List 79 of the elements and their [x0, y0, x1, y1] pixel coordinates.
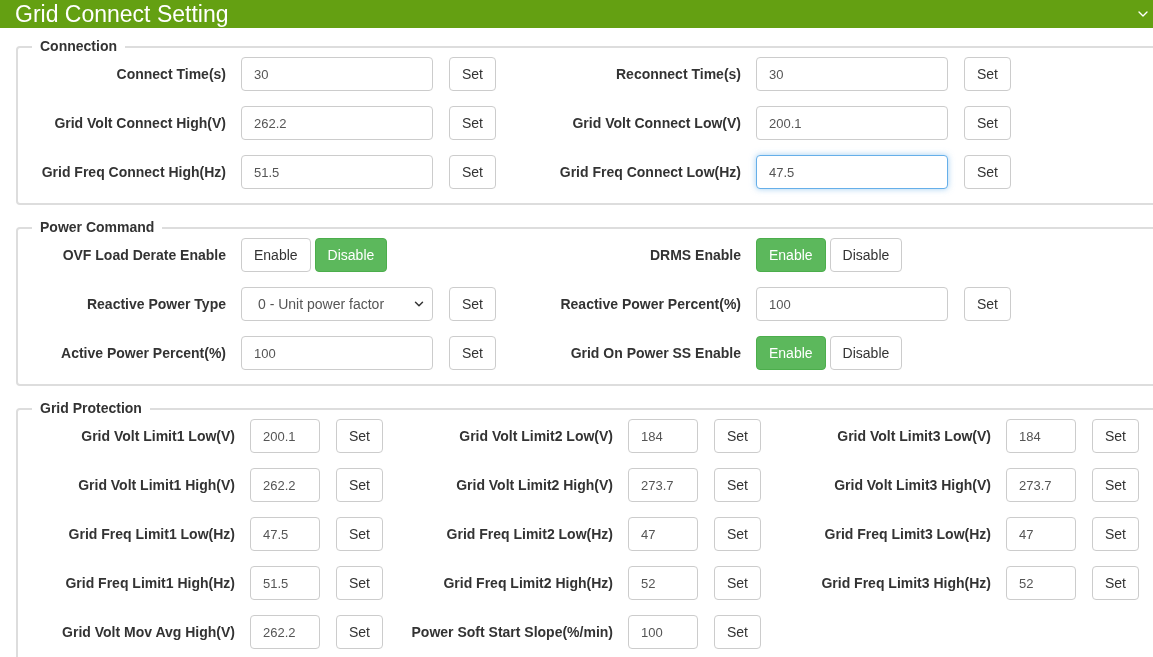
- field-label: Active Power Percent(%): [60, 343, 226, 363]
- page-title: Grid Connect Setting: [15, 0, 229, 28]
- input-field[interactable]: 100: [241, 336, 433, 370]
- field-label: Grid Freq Limit1 Low(Hz): [67, 524, 235, 544]
- field-label: Grid Volt Limit2 High(V): [455, 475, 613, 495]
- field-label: Grid Volt Limit3 Low(V): [836, 426, 991, 446]
- input-field[interactable]: 30: [756, 57, 948, 91]
- input-field[interactable]: 262.2: [250, 468, 320, 502]
- field-label: Grid On Power SS Enable: [569, 343, 741, 363]
- set-button[interactable]: Set: [336, 615, 383, 649]
- field-label: Grid Freq Connect Low(Hz): [558, 162, 741, 182]
- field-label: Grid Volt Connect Low(V): [571, 113, 741, 133]
- field-label: Grid Freq Limit1 High(Hz): [64, 573, 235, 593]
- set-button[interactable]: Set: [714, 468, 761, 502]
- input-field[interactable]: 51.5: [250, 566, 320, 600]
- field-label: OVF Load Derate Enable: [61, 245, 226, 265]
- input-field[interactable]: 47: [628, 517, 698, 551]
- set-button[interactable]: Set: [964, 57, 1011, 91]
- field-label: Grid Freq Limit2 High(Hz): [442, 573, 613, 593]
- input-field[interactable]: 273.7: [1006, 468, 1076, 502]
- input-field[interactable]: 30: [241, 57, 433, 91]
- set-button[interactable]: Set: [336, 517, 383, 551]
- field-label: Grid Volt Limit2 Low(V): [458, 426, 613, 446]
- field-label: Grid Volt Limit1 High(V): [77, 475, 235, 495]
- section-title: Connection: [39, 37, 118, 56]
- field-label: Reactive Power Type: [85, 294, 226, 314]
- input-field[interactable]: 52: [628, 566, 698, 600]
- field-label: Grid Freq Limit2 Low(Hz): [445, 524, 613, 544]
- section-title: Grid Protection: [39, 399, 143, 418]
- set-button[interactable]: Set: [449, 287, 496, 321]
- set-button[interactable]: Set: [964, 106, 1011, 140]
- set-button[interactable]: Set: [714, 517, 761, 551]
- input-field[interactable]: 262.2: [250, 615, 320, 649]
- input-field[interactable]: 51.5: [241, 155, 433, 189]
- input-field[interactable]: 200.1: [250, 419, 320, 453]
- field-label: Grid Freq Limit3 Low(Hz): [823, 524, 991, 544]
- set-button[interactable]: Set: [336, 419, 383, 453]
- field-label: Power Soft Start Slope(%/min): [410, 622, 613, 642]
- toggle-button[interactable]: Disable: [829, 336, 903, 370]
- field-label: Grid Freq Connect High(Hz): [40, 162, 226, 182]
- input-field[interactable]: 47.5: [250, 517, 320, 551]
- input-field[interactable]: 47: [1006, 517, 1076, 551]
- input-field[interactable]: 100: [756, 287, 948, 321]
- toggle-button[interactable]: Enable: [241, 238, 311, 272]
- set-button[interactable]: Set: [449, 57, 496, 91]
- input-field[interactable]: 184: [628, 419, 698, 453]
- set-button[interactable]: Set: [964, 287, 1011, 321]
- set-button[interactable]: Set: [1092, 419, 1139, 453]
- field-label: Grid Volt Limit1 Low(V): [80, 426, 235, 446]
- set-button[interactable]: Set: [449, 106, 496, 140]
- set-button[interactable]: Set: [714, 615, 761, 649]
- section-title: Power Command: [39, 218, 156, 237]
- field-label: Grid Volt Connect High(V): [53, 113, 226, 133]
- input-field[interactable]: 262.2: [241, 106, 433, 140]
- set-button[interactable]: Set: [1092, 517, 1139, 551]
- input-field[interactable]: 273.7: [628, 468, 698, 502]
- field-label: Grid Volt Limit3 High(V): [833, 475, 991, 495]
- set-button[interactable]: Set: [449, 336, 496, 370]
- field-label: Grid Volt Mov Avg High(V): [61, 622, 235, 642]
- field-label: Reconnect Time(s): [615, 64, 741, 84]
- set-button[interactable]: Set: [964, 155, 1011, 189]
- set-button[interactable]: Set: [714, 566, 761, 600]
- set-button[interactable]: Set: [336, 468, 383, 502]
- input-field[interactable]: 200.1: [756, 106, 948, 140]
- toggle-button[interactable]: Disable: [829, 238, 903, 272]
- set-button[interactable]: Set: [714, 419, 761, 453]
- set-button[interactable]: Set: [449, 155, 496, 189]
- field-label: DRMS Enable: [649, 245, 741, 265]
- set-button[interactable]: Set: [1092, 566, 1139, 600]
- input-field[interactable]: 184: [1006, 419, 1076, 453]
- field-label: Connect Time(s): [115, 64, 226, 84]
- set-button[interactable]: Set: [336, 566, 383, 600]
- dropdown-select[interactable]: 0 - Unit power factor: [241, 287, 433, 321]
- set-button[interactable]: Set: [1092, 468, 1139, 502]
- input-field[interactable]: 47.5: [756, 155, 948, 189]
- input-field[interactable]: 100: [628, 615, 698, 649]
- input-field[interactable]: 52: [1006, 566, 1076, 600]
- field-label: Reactive Power Percent(%): [559, 294, 741, 314]
- field-label: Grid Freq Limit3 High(Hz): [820, 573, 991, 593]
